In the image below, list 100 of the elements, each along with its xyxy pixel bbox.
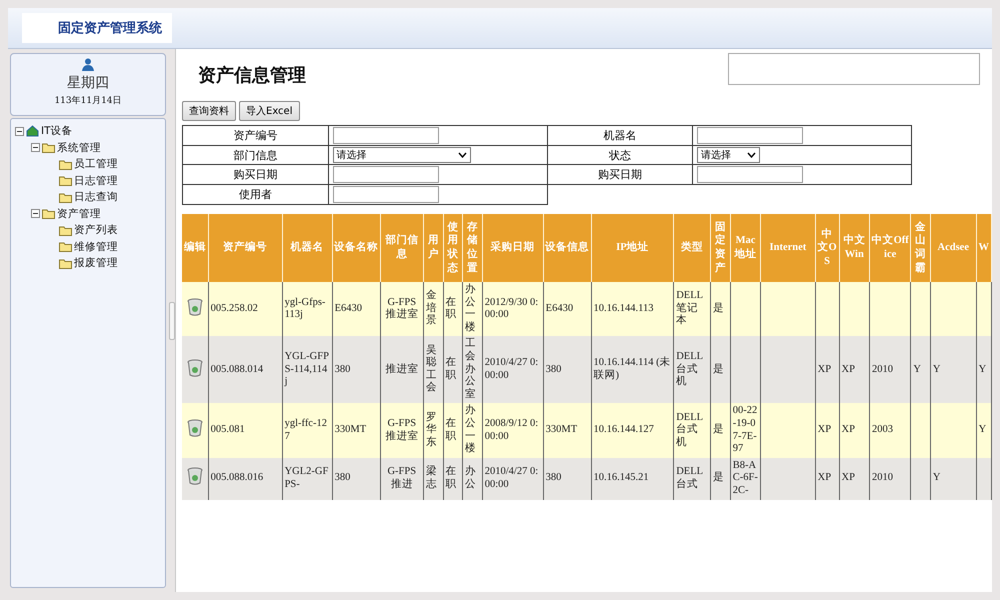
field-label: 购买日期 [547, 164, 693, 184]
table-cell: XP [842, 424, 855, 436]
table-cell: 005.258.02 [210, 302, 258, 314]
table-cell: 金培景 [426, 290, 438, 326]
field-label: 购买日期 [182, 164, 328, 184]
table-cell: G-FPS推进室 [385, 296, 418, 320]
table-cell: 工会办公室 [465, 338, 476, 400]
table-cell: G-FPS推进 [387, 466, 416, 490]
table-cell: 2008/9/12 0:00:00 [484, 418, 538, 442]
table-cell: 005.088.016 [210, 472, 264, 484]
column-header: IP地址 [591, 214, 674, 282]
column-header: 编辑 [182, 214, 208, 282]
tree-item[interactable]: 日志查询 [74, 190, 118, 204]
table-cell: 380 [546, 364, 562, 375]
table-cell: 2010 [872, 472, 893, 484]
column-header: 固定资产 [710, 214, 730, 282]
column-header: 用户 [424, 214, 444, 282]
tree-item[interactable]: 员工管理 [74, 157, 118, 172]
field-label: 使用者 [182, 184, 328, 204]
table-cell: Y [913, 364, 921, 375]
table-cell: 380 [546, 472, 562, 484]
tree-item[interactable]: 系统管理 [57, 140, 101, 155]
table-cell: DELL台式机 [676, 412, 704, 448]
column-header: 金山词霸 [910, 214, 930, 282]
table-cell: Y [932, 364, 941, 375]
table-cell: 10.16.144.114 (未联网) [594, 357, 671, 381]
table-cell: 在职 [446, 357, 457, 381]
table-cell: Y [978, 424, 986, 436]
table-cell: ygl-Gfps-113j [284, 296, 326, 320]
table-cell: ygl-ffc-127 [284, 418, 327, 442]
column-header: 使用状态 [443, 214, 463, 282]
table-cell: 005.081 [210, 424, 245, 436]
column-header: Acdsee [930, 214, 976, 282]
table-cell: B8-AC-6F-2C- [732, 460, 758, 496]
table-cell: 380 [334, 472, 350, 484]
tree-item[interactable]: 资产管理 [57, 206, 101, 221]
table-cell: 是 [713, 472, 724, 484]
toolbar-button[interactable]: 查询资料 [182, 101, 236, 121]
table-cell: 00-22-19-07-7E-97 [732, 405, 758, 454]
table-cell: XP [818, 424, 832, 436]
table-cell: XP [842, 472, 855, 484]
table-cell: XP [818, 364, 832, 375]
column-header: 存储位置 [462, 214, 482, 282]
column-header: Internet [760, 214, 816, 282]
column-header: W [976, 214, 992, 282]
table-cell: 330MT [546, 424, 578, 436]
table-cell: 在职 [446, 418, 457, 442]
table-cell: 10.16.144.127 [594, 424, 654, 436]
column-header: 设备名称 [332, 214, 380, 282]
table-cell: 10.16.144.113 [594, 302, 654, 314]
column-header: 机器名 [282, 214, 332, 282]
column-header: 采购日期 [482, 214, 544, 282]
table-cell: 梁志 [426, 466, 438, 490]
table-cell: 办公一楼 [465, 284, 476, 333]
table-cell: 10.16.145.21 [594, 472, 649, 484]
table-cell: DELL笔记本 [676, 290, 704, 326]
table-cell: 是 [713, 364, 724, 375]
table-cell: 2003 [872, 424, 893, 436]
table-cell: 2010/4/27 0:00:00 [484, 357, 538, 381]
page-title: 资产信息管理 [198, 64, 306, 87]
table-cell: 推进室 [385, 364, 418, 375]
tree-item[interactable]: 资产列表 [74, 223, 118, 238]
table-cell: 办公一楼 [465, 405, 476, 454]
toolbar-button[interactable]: 导入Excel [239, 101, 300, 121]
tree-item[interactable]: 报废管理 [74, 256, 118, 270]
table-cell: 办公 [465, 466, 476, 490]
tree-item[interactable]: 日志管理 [74, 174, 118, 188]
table-cell: YGL-GFPS-114,114j [284, 350, 329, 388]
table-cell: E6430 [546, 302, 574, 314]
date-label: 113年11月14日 [54, 94, 122, 107]
table-cell: E6430 [334, 302, 362, 314]
table-cell: 罗华东 [426, 412, 438, 448]
select-field[interactable]: 请选择 [332, 147, 471, 163]
table-cell: YGL2-GFPS- [284, 466, 328, 490]
column-header: 中文OS [815, 214, 840, 282]
app-logo: 固定资产管理系统 [22, 13, 172, 43]
tree-item[interactable]: 维修管理 [74, 240, 118, 254]
table-cell: 是 [713, 424, 724, 436]
table-cell: 005.088.014 [210, 364, 264, 375]
tree-item[interactable]: IT设备 [41, 124, 73, 138]
select-field[interactable]: 请选择 [697, 147, 760, 163]
table-cell: 380 [334, 364, 350, 375]
table-cell: 2010/4/27 0:00:00 [484, 466, 538, 490]
column-header: 设备信息 [543, 214, 592, 282]
column-header: 中文Office [870, 214, 911, 282]
field-label: 资产编号 [182, 126, 328, 146]
column-header: 部门信息 [380, 214, 424, 282]
table-cell: DELL台式机 [676, 350, 704, 388]
table-cell: Y [978, 364, 986, 375]
table-cell: 是 [713, 302, 724, 314]
weekday-label: 星期四 [67, 74, 109, 92]
table-cell: 吴聪工会 [426, 344, 438, 394]
field-label: 状态 [547, 146, 693, 164]
table-cell: 2010 [872, 364, 893, 375]
table-cell: G-FPS推进室 [385, 418, 418, 442]
table-cell: Y [932, 472, 941, 484]
table-cell: 在职 [446, 466, 457, 490]
table-cell: XP [818, 472, 832, 484]
column-header: 类型 [674, 214, 711, 282]
table-cell: 在职 [446, 296, 457, 320]
